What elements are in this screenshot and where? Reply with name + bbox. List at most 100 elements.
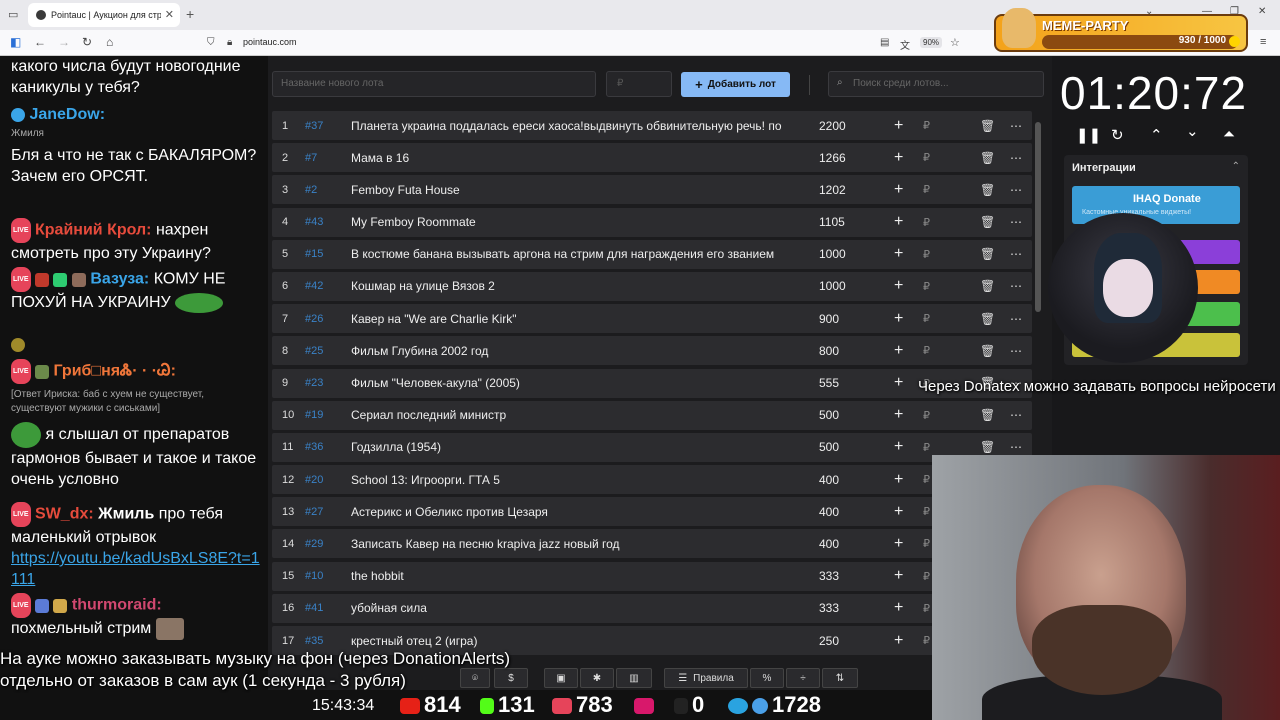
lot-row[interactable]: 7 #26 Кавер на "We are Charlie Kirk" 900 + ₽ 🗑…: [272, 304, 1032, 334]
lot-row[interactable]: 15#10the hobbit333+₽🗑︎⋯: [272, 561, 1032, 591]
add-amount-icon[interactable]: +: [894, 213, 903, 231]
tab-overview-icon[interactable]: ▭: [8, 8, 18, 21]
search-input[interactable]: ⌕ Поиск среди лотов...: [828, 71, 1044, 97]
add-amount-icon[interactable]: +: [894, 535, 903, 553]
ruble-icon[interactable]: ₽: [923, 634, 930, 647]
lot-amount[interactable]: 333: [819, 569, 839, 583]
lot-row[interactable]: 13 #27 Астерикс и Обеликс против Цезаря 400…: [272, 497, 1032, 527]
more-icon[interactable]: ⋯: [1010, 279, 1022, 293]
add-amount-icon[interactable]: +: [894, 245, 903, 263]
trash-icon[interactable]: 🗑︎: [980, 408, 995, 422]
lot-amount[interactable]: 1000: [819, 279, 846, 293]
lot-amount[interactable]: 1105: [819, 215, 845, 229]
close-window-icon[interactable]: ✕: [1258, 6, 1266, 17]
ruble-icon[interactable]: ₽: [923, 312, 930, 325]
ruble-icon[interactable]: ₽: [923, 409, 930, 422]
reader-icon[interactable]: ▤: [880, 37, 889, 48]
trash-icon[interactable]: 🗑︎: [980, 344, 995, 358]
more-icon[interactable]: ⋯: [1010, 312, 1022, 326]
trash-icon[interactable]: 🗑︎: [980, 247, 995, 261]
ruble-icon[interactable]: ₽: [923, 183, 930, 196]
lot-name[interactable]: Сериал последний министр: [351, 408, 791, 422]
ruble-icon[interactable]: ₽: [923, 441, 930, 454]
lot-row[interactable]: 3 #2 Femboy Futa House 1202 + ₽ 🗑︎ ⋯: [272, 175, 1032, 205]
lot-amount[interactable]: 1000: [819, 247, 846, 261]
ruble-icon[interactable]: ₽: [923, 216, 930, 229]
lot-name[interactable]: Планета украина поддалась ереси хаоса!вы…: [351, 119, 791, 133]
more-icon[interactable]: ⋯: [1010, 440, 1022, 454]
home-icon[interactable]: ⌂: [106, 35, 113, 49]
url-bar[interactable]: pointauc.com: [243, 37, 297, 47]
lot-name[interactable]: убойная сила: [351, 601, 791, 615]
lot-row[interactable]: 6 #42 Кошмар на улице Вязов 2 1000 + ₽ 🗑︎ ⋯: [272, 271, 1032, 301]
lot-name[interactable]: Фильм "Человек-акула" (2005): [351, 376, 791, 390]
new-tab-icon[interactable]: +: [186, 6, 194, 22]
trash-icon[interactable]: 🗑︎: [980, 151, 995, 165]
trash-icon[interactable]: 🗑︎: [980, 440, 995, 454]
ruble-icon[interactable]: ₽: [923, 602, 930, 615]
lot-name[interactable]: крестный отец 2 (игра): [351, 634, 791, 648]
lot-name[interactable]: Мама в 16: [351, 151, 791, 165]
lot-name[interactable]: Кошмар на улице Вязов 2: [351, 279, 791, 293]
lot-amount[interactable]: 250: [819, 634, 839, 648]
lot-row[interactable]: 1 #37 Планета украина поддалась ереси хаос…: [272, 111, 1032, 140]
double-chevron-up-icon[interactable]: ⏶: [1223, 126, 1235, 143]
chat-link[interactable]: https://youtu.be/kadUsBxLS8E?t=1111: [11, 548, 261, 590]
more-icon[interactable]: ⋯: [1010, 183, 1022, 197]
ruble-icon[interactable]: ₽: [923, 473, 930, 486]
save-button[interactable]: ▣: [544, 668, 578, 688]
ruble-icon[interactable]: ₽: [923, 119, 930, 132]
lot-amount[interactable]: 400: [819, 505, 839, 519]
split-button[interactable]: ÷: [786, 668, 820, 688]
new-lot-input[interactable]: Название нового лота: [272, 71, 596, 97]
trash-icon[interactable]: 🗑︎: [980, 312, 995, 326]
bookmark-star-icon[interactable]: ☆: [950, 36, 960, 49]
lot-amount[interactable]: 900: [819, 312, 839, 326]
ruble-icon[interactable]: ₽: [923, 537, 930, 550]
shield-icon[interactable]: ⛉: [207, 37, 215, 48]
lot-row[interactable]: 16#41убойная сила333+₽🗑︎⋯: [272, 593, 1032, 623]
more-icon[interactable]: ⋯: [1010, 215, 1022, 229]
zoom-level[interactable]: 90%: [920, 37, 943, 48]
lot-row[interactable]: 12#20School 13: Игроорги. ГТА 5400+₽🗑︎⋯: [272, 465, 1032, 495]
add-amount-icon[interactable]: +: [894, 181, 903, 199]
tab-close-icon[interactable]: ✕: [165, 8, 174, 21]
lot-row[interactable]: 5 #15 В костюме банана вызывать аргона на …: [272, 239, 1032, 269]
more-icon[interactable]: ⋯: [1010, 344, 1022, 358]
lot-name[interactable]: School 13: Игроорги. ГТА 5: [351, 473, 791, 487]
lot-amount[interactable]: 500: [819, 408, 839, 422]
bug-button[interactable]: ✱: [580, 668, 614, 688]
lot-row[interactable]: 4 #43 My Femboy Roommate 1105 + ₽ 🗑︎ ⋯: [272, 207, 1032, 237]
price-input[interactable]: ₽: [606, 71, 672, 97]
pause-icon[interactable]: ❚❚: [1076, 126, 1101, 144]
lot-amount[interactable]: 500: [819, 440, 839, 454]
trash-icon[interactable]: 🗑︎: [980, 215, 995, 229]
add-lot-button[interactable]: + Добавить лот: [681, 72, 790, 97]
menu-icon[interactable]: ≡: [1260, 36, 1266, 48]
more-icon[interactable]: ⋯: [1010, 408, 1022, 422]
percent-button[interactable]: %: [750, 668, 784, 688]
lot-row[interactable]: 8 #25 Фильм Глубина 2002 год 800 + ₽ 🗑︎ ⋯: [272, 336, 1032, 366]
sort-button[interactable]: ⇅: [822, 668, 858, 688]
ruble-icon[interactable]: ₽: [923, 505, 930, 518]
lot-amount[interactable]: 800: [819, 344, 839, 358]
lock-icon[interactable]: 🔒︎: [227, 37, 232, 48]
back-icon[interactable]: ←: [34, 35, 46, 49]
lot-name[interactable]: Записать Кавер на песню krapiva jazz нов…: [351, 537, 791, 551]
add-amount-icon[interactable]: +: [894, 599, 903, 617]
sidebar-icon[interactable]: ◧: [10, 35, 21, 49]
more-icon[interactable]: ⋯: [1010, 151, 1022, 165]
lot-name[interactable]: the hobbit: [351, 569, 791, 583]
delete-all-button[interactable]: ▥: [616, 668, 652, 688]
reset-icon[interactable]: ↻: [1111, 126, 1124, 144]
forward-icon[interactable]: →: [58, 35, 70, 49]
collapse-icon[interactable]: ⌃: [1232, 161, 1240, 172]
lot-name[interactable]: Астерикс и Обеликс против Цезаря: [351, 505, 791, 519]
trash-icon[interactable]: 🗑︎: [980, 183, 995, 197]
lot-name[interactable]: Годзилла (1954): [351, 440, 791, 454]
lot-name[interactable]: My Femboy Roommate: [351, 215, 791, 229]
browser-tab[interactable]: Pointauc | Аукцион для стримеров ✕: [28, 3, 180, 27]
add-amount-icon[interactable]: +: [894, 374, 903, 392]
ruble-icon[interactable]: ₽: [923, 570, 930, 583]
more-icon[interactable]: ⋯: [1010, 247, 1022, 261]
